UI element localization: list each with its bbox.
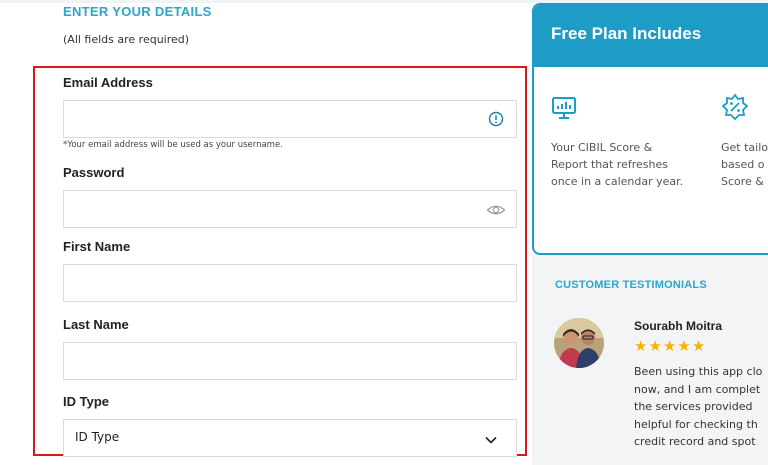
testimonials-heading: CUSTOMER TESTIMONIALS xyxy=(555,279,707,291)
id-type-label: ID Type xyxy=(63,394,109,409)
star-icon: ★ xyxy=(691,337,706,355)
last-name-label: Last Name xyxy=(63,317,129,332)
star-rating: ★ ★ ★ ★ ★ xyxy=(634,339,705,354)
email-field[interactable] xyxy=(63,100,517,138)
password-label: Password xyxy=(63,165,125,180)
info-icon[interactable] xyxy=(488,111,504,127)
email-label: Email Address xyxy=(63,75,153,90)
feature-text-2: Get tailo based o Score & xyxy=(721,141,768,188)
feature-text-1: Your CIBIL Score & Report that refreshes… xyxy=(551,141,684,188)
email-hint: *Your email address will be used as your… xyxy=(63,140,283,150)
testimonial-name: Sourabh Moitra xyxy=(634,319,723,333)
id-type-select[interactable]: ID Type xyxy=(63,419,517,457)
plan-header: Free Plan Includes xyxy=(534,5,768,67)
last-name-field[interactable] xyxy=(63,342,517,380)
testimonial-text: Been using this app clo now, and I am co… xyxy=(634,365,763,448)
offer-badge-icon xyxy=(721,93,749,121)
form-subheading: (All fields are required) xyxy=(63,33,190,46)
id-type-selected: ID Type xyxy=(75,430,120,444)
form-heading: ENTER YOUR DETAILS xyxy=(63,4,212,19)
eye-icon[interactable] xyxy=(486,202,506,218)
chevron-down-icon[interactable] xyxy=(484,432,498,446)
first-name-label: First Name xyxy=(63,239,131,254)
plan-title: Free Plan Includes xyxy=(551,24,702,43)
password-field[interactable] xyxy=(63,190,517,228)
star-icon: ★ xyxy=(677,337,691,355)
star-icon: ★ xyxy=(662,337,677,355)
testimonials-section: CUSTOMER TESTIMONIALS Sourabh Moitra ★ ★… xyxy=(532,255,768,465)
avatar xyxy=(554,318,604,368)
star-icon: ★ xyxy=(648,337,662,355)
first-name-field[interactable] xyxy=(63,264,517,302)
free-plan-card: Free Plan Includes Your CIBIL Score & Re… xyxy=(532,3,768,255)
score-monitor-icon xyxy=(551,95,577,121)
star-icon: ★ xyxy=(634,337,648,355)
